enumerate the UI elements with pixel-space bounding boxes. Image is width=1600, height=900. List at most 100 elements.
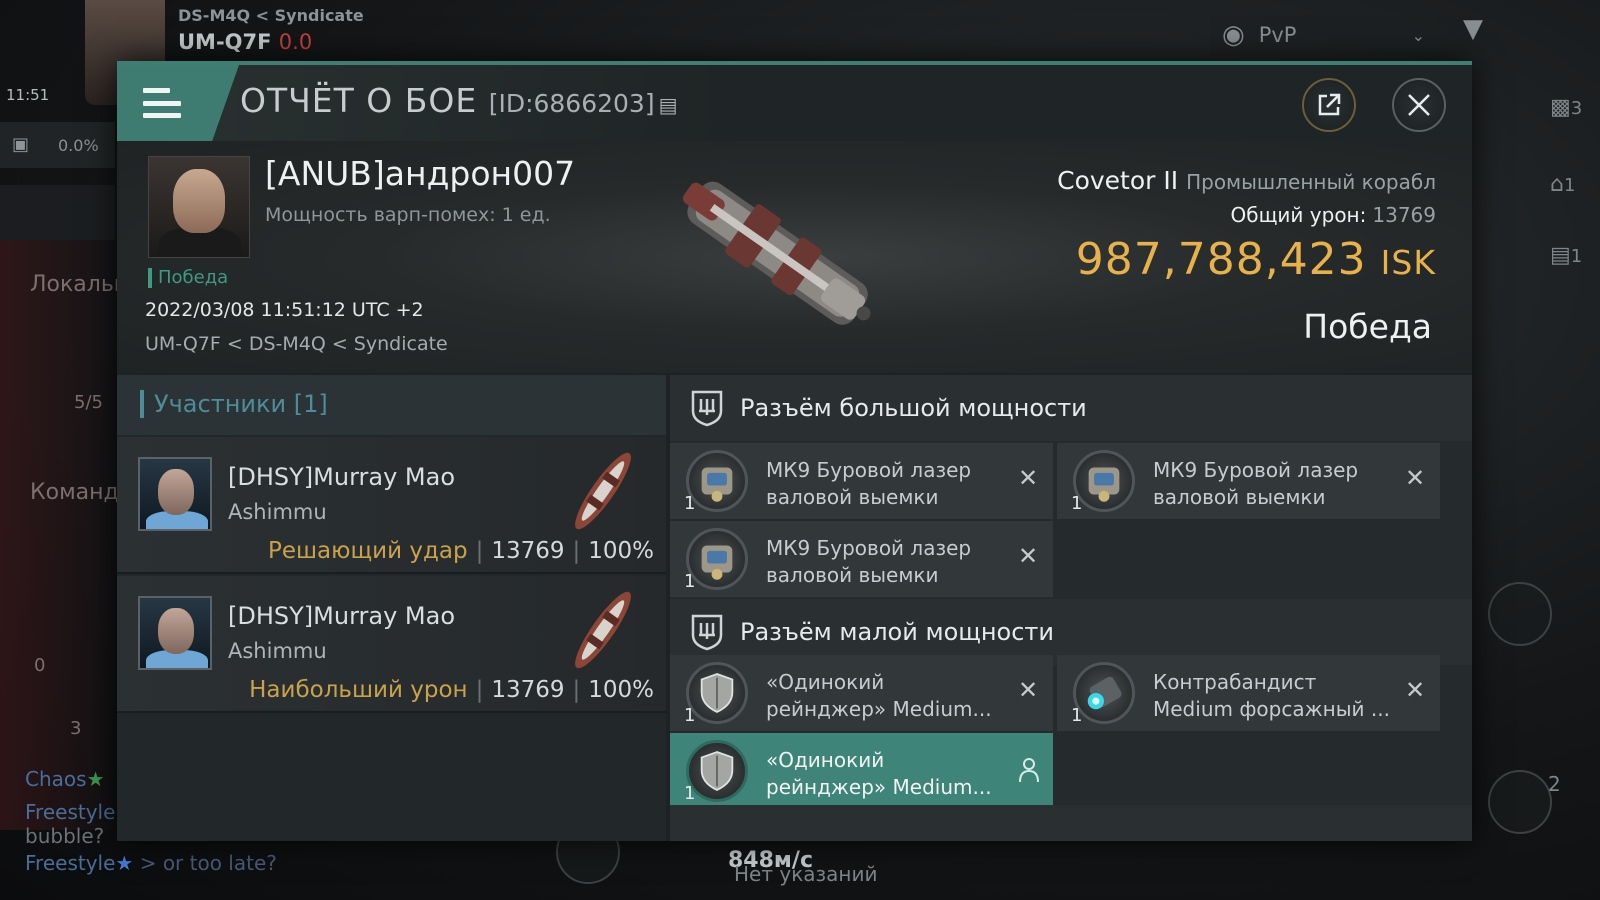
module-name: Контрабандист Medium форсажный ... [1153, 670, 1390, 721]
module-quantity: 1 [684, 705, 696, 726]
eye-icon: ◉ [1222, 20, 1245, 50]
fitting-panel: Разъём большой мощности 1 МК9 Буровой ла… [670, 375, 1472, 841]
dialog-header: ОТЧЁТ О БОЕ [ID:6866203] ▤ [117, 65, 1472, 141]
participant-damage: 13769 [491, 677, 565, 703]
high-slot-header: Разъём большой мощности [670, 375, 1472, 441]
copy-icon[interactable]: ▤ [659, 93, 679, 117]
module-item[interactable]: 1 МК9 Буровой лазер валовой выемки ✕ [1057, 443, 1440, 519]
hud-system[interactable]: UM-Q7F 0.0 [178, 30, 312, 54]
isk-value: 987,788,423 ISK [1075, 234, 1436, 285]
module-quantity: 1 [684, 571, 696, 592]
participant-role: Решающий удар [267, 538, 468, 564]
battle-report-dialog: ОТЧЁТ О БОЕ [ID:6866203] ▤ [ANUB]андрон00… [117, 61, 1472, 841]
security-status: 0.0 [278, 30, 313, 54]
report-id: [ID:6866203] [488, 89, 655, 118]
chat-line: Chaos★ [25, 767, 105, 791]
low-slot-icon [691, 614, 723, 651]
participants-panel: Участники [1] [DHSY]Murray Mao Ashimmu Р… [117, 375, 666, 841]
left-count-1: 3 [70, 718, 82, 739]
hud-clock: 11:51 [6, 86, 50, 104]
victim-ship-image [682, 181, 871, 325]
battle-outcome: Победа [1303, 307, 1432, 346]
module-button[interactable] [1488, 770, 1552, 834]
participant-row[interactable]: [DHSY]Murray Mao Ashimmu Решающий удар | 1… [117, 437, 666, 574]
orders-status: Нет указаний [734, 862, 878, 886]
destroyed-x-icon: ✕ [1017, 542, 1039, 570]
module-item[interactable]: 1 МК9 Буровой лазер валовой выемки ✕ [670, 521, 1053, 597]
ship-type: Промышленный корабл [1186, 170, 1436, 194]
victim-summary: [ANUB]андрон007 Мощность варп-помех: 1 е… [117, 141, 1472, 373]
hamburger-menu-icon [143, 88, 181, 118]
filter-icon[interactable]: ▼ [1463, 14, 1483, 44]
local-tab-label[interactable]: Локальн [30, 272, 128, 297]
navigation-buttons[interactable] [0, 185, 115, 240]
isk-unit: ISK [1380, 243, 1436, 282]
participant-percent: 100% [588, 677, 654, 703]
module-quantity: 1 [684, 493, 696, 514]
cargo-icon: ▣ [12, 134, 30, 155]
participant-avatar[interactable] [138, 596, 212, 670]
right-count-3[interactable]: ▤1 [1550, 243, 1582, 268]
dropped-person-icon [1019, 758, 1039, 783]
participant-ship-image [575, 452, 631, 530]
module-item-selected[interactable]: 1 «Одинокий рейнджер» Medium... [670, 733, 1053, 809]
hud-region: DS-M4Q < Syndicate [178, 6, 364, 25]
participant-name: [DHSY]Murray Mao [228, 602, 456, 630]
share-icon [1318, 93, 1341, 116]
participant-stats: Решающий удар | 13769 | 100% [267, 538, 654, 564]
participant-row[interactable]: [DHSY]Murray Mao Ashimmu Наибольший урон… [117, 576, 666, 713]
destroyed-x-icon: ✕ [1404, 676, 1426, 704]
menu-button[interactable] [117, 65, 239, 141]
right-count-2[interactable]: ⌂1 [1550, 172, 1575, 197]
destroyed-x-icon: ✕ [1404, 464, 1426, 492]
dialog-title: ОТЧЁТ О БОЕ [ID:6866203] ▤ [240, 81, 679, 120]
chevron-down-icon: ⌄ [1411, 25, 1425, 45]
victim-portrait[interactable] [148, 156, 250, 258]
left-count-2: 0 [34, 655, 46, 676]
overview-filter[interactable]: ◉ PvP ⌄ [1210, 15, 1435, 55]
participant-ship: Ashimmu [228, 500, 327, 524]
participant-damage: 13769 [491, 538, 565, 564]
battle-datetime: 2022/03/08 11:51:12 UTC +2 [145, 299, 424, 321]
cargo-percent: 0.0% [58, 136, 99, 155]
participant-percent: 100% [588, 538, 654, 564]
swap-target-button[interactable] [1488, 582, 1552, 646]
destroyed-x-icon: ✕ [1017, 676, 1039, 704]
module-item[interactable]: 1 Контрабандист Medium форсажный ... ✕ [1057, 655, 1440, 731]
module-item[interactable]: 1 МК9 Буровой лазер валовой выемки ✕ [670, 443, 1053, 519]
participants-label: Участники [1] [140, 390, 328, 418]
participant-role: Наибольший урон [249, 677, 468, 703]
battle-location: UM-Q7F < DS-M4Q < Syndicate [145, 333, 448, 355]
chat-line: bubble? [25, 824, 105, 848]
participant-stats: Наибольший урон | 13769 | 100% [249, 677, 654, 703]
right-count-1[interactable]: ▩3 [1550, 95, 1582, 120]
high-slot-label: Разъём большой мощности [740, 394, 1087, 422]
module-quantity: 1 [1071, 705, 1083, 726]
close-button[interactable] [1392, 78, 1446, 132]
module-quantity: 1 [684, 783, 696, 804]
module-item[interactable]: 1 «Одинокий рейнджер» Medium... ✕ [670, 655, 1053, 731]
cargo-indicator[interactable]: ▣ 0.0% [0, 122, 115, 168]
module-name: МК9 Буровой лазер валовой выемки [1153, 458, 1359, 509]
participant-name: [DHSY]Murray Mao [228, 463, 456, 491]
victim-name[interactable]: [ANUB]андрон007 [265, 154, 575, 193]
local-chat-panel [0, 240, 115, 830]
ship-name: Covetor II [1057, 166, 1179, 195]
victim-ship: Covetor II Промышленный корабл [1057, 166, 1436, 195]
chat-line: Freestyle★ > or too late? [25, 851, 277, 875]
module-name: «Одинокий рейнджер» Medium... [766, 670, 992, 721]
high-slot-icon [691, 390, 723, 427]
close-icon [1408, 94, 1430, 116]
module-name: МК9 Буровой лазер валовой выемки [766, 458, 972, 509]
result-badge: Победа [148, 268, 228, 288]
total-damage: Общий урон: 13769 [1230, 203, 1436, 227]
chat-line: Freestyle [25, 800, 116, 824]
participants-header: Участники [1] [117, 375, 666, 435]
module-name: «Одинокий рейнджер» Medium... [766, 748, 992, 799]
share-button[interactable] [1302, 78, 1356, 132]
participant-avatar[interactable] [138, 457, 212, 531]
warp-disruption-strength: Мощность варп-помех: 1 ед. [265, 204, 551, 226]
next-slot-header [670, 805, 1472, 841]
total-damage-value: 13769 [1372, 203, 1436, 227]
module-quantity: 1 [1071, 493, 1083, 514]
